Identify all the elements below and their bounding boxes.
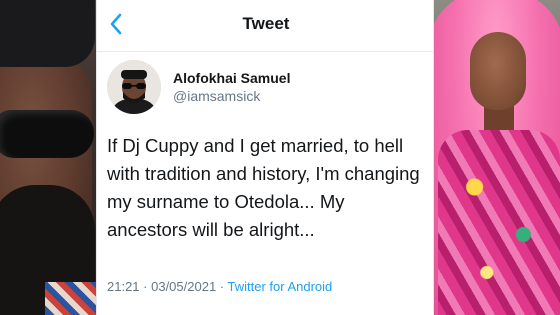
tweet-source-link[interactable]: Twitter for Android [228,279,333,294]
author-display-name[interactable]: Alofokhai Samuel [173,70,290,86]
tweet-metadata: 21:21 · 03/05/2021 · Twitter for Android [107,279,429,294]
right-photo [434,0,560,315]
avatar[interactable] [107,60,161,114]
page-title: Tweet [242,14,290,33]
tweet-text: If Dj Cuppy and I get married, to hell w… [107,135,420,240]
left-photo [0,0,96,315]
author-handle[interactable]: @iamsamsick [173,88,260,104]
tweet-card: Tweet Alofokhai Samuel @iamsamsick If Dj… [96,0,435,315]
tweet-header: Tweet [97,0,435,52]
meta-separator: · [139,279,152,294]
tweet-author: Alofokhai Samuel @iamsamsick [107,60,425,118]
tweet-date: 03/05/2021 [151,279,217,294]
meta-separator: · [216,279,228,294]
tweet-time: 21:21 [107,279,140,294]
image-collage: Tweet Alofokhai Samuel @iamsamsick If Dj… [0,0,560,315]
